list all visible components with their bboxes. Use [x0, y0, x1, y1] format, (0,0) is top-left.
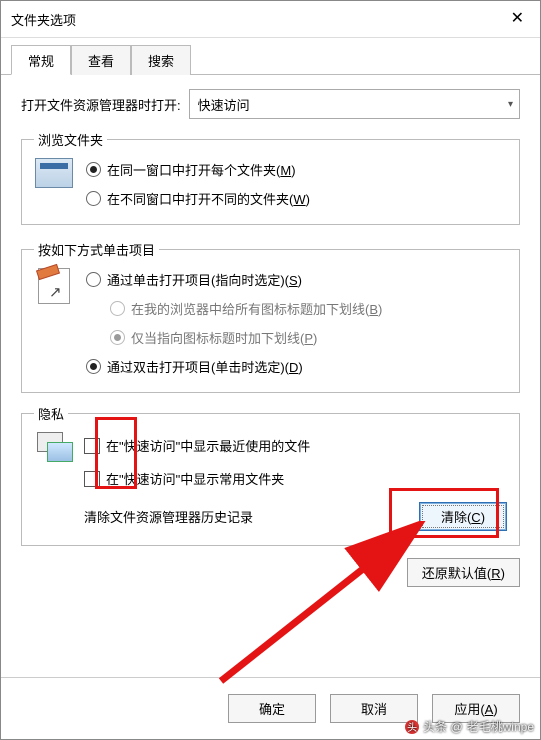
radio-double-click-label: 通过双击打开项目(单击时选定)(D) [107, 357, 303, 376]
restore-defaults-button[interactable]: 还原默认值(R) [407, 558, 520, 587]
chevron-down-icon: ▾ [508, 99, 513, 110]
privacy-icon [37, 432, 71, 462]
open-explorer-to-value: 快速访问 [198, 95, 250, 114]
checkbox-show-recent[interactable]: 在"快速访问"中显示最近使用的文件 [84, 436, 507, 455]
browse-folders-icon [35, 158, 73, 188]
open-explorer-to-row: 打开文件资源管理器时打开: 快速访问 ▾ [21, 89, 520, 119]
dialog-body: 打开文件资源管理器时打开: 快速访问 ▾ 浏览文件夹 在同一窗口中打开每个文件夹… [1, 75, 540, 677]
group-click-items-title: 按如下方式单击项目 [34, 240, 159, 259]
radio-icon [86, 162, 101, 177]
restore-defaults-row: 还原默认值(R) [21, 558, 520, 587]
radio-icon [86, 272, 101, 287]
group-browse-folders: 浏览文件夹 在同一窗口中打开每个文件夹(M) 在不同窗口中打开不同的文件夹(W) [21, 139, 520, 225]
clear-button[interactable]: 清除(C) [419, 502, 507, 531]
click-items-icon [38, 268, 70, 304]
watermark-prefix: 头条 @ [423, 718, 463, 735]
checkbox-show-frequent[interactable]: 在"快速访问"中显示常用文件夹 [84, 469, 507, 488]
radio-single-click-label: 通过单击打开项目(指向时选定)(S) [107, 270, 302, 289]
watermark: 头 头条 @ 老毛桃winpe [405, 718, 534, 735]
group-browse-folders-title: 浏览文件夹 [34, 130, 107, 149]
tab-search[interactable]: 搜索 [131, 45, 191, 75]
radio-new-window[interactable]: 在不同窗口中打开不同的文件夹(W) [86, 189, 507, 208]
clear-history-label: 清除文件资源管理器历史记录 [84, 507, 253, 526]
radio-same-window-label: 在同一窗口中打开每个文件夹(M) [107, 160, 296, 179]
open-explorer-to-label: 打开文件资源管理器时打开: [21, 95, 181, 114]
checkbox-icon [84, 438, 100, 454]
radio-single-click[interactable]: 通过单击打开项目(指向时选定)(S) [86, 270, 507, 289]
radio-new-window-label: 在不同窗口中打开不同的文件夹(W) [107, 189, 310, 208]
checkbox-show-recent-label: 在"快速访问"中显示最近使用的文件 [106, 436, 310, 455]
ok-button[interactable]: 确定 [228, 694, 316, 723]
titlebar: 文件夹选项 ✕ [1, 1, 540, 38]
radio-same-window[interactable]: 在同一窗口中打开每个文件夹(M) [86, 160, 507, 179]
radio-underline-all-label: 在我的浏览器中给所有图标标题加下划线(B) [131, 299, 382, 318]
watermark-text: 老毛桃winpe [467, 718, 534, 735]
group-privacy: 隐私 在"快速访问"中显示最近使用的文件 在"快速访问"中显示常用文件夹 [21, 413, 520, 546]
tabstrip: 常规 查看 搜索 [1, 38, 540, 75]
checkbox-icon [84, 471, 100, 487]
tab-general[interactable]: 常规 [11, 45, 71, 75]
radio-underline-hover: 仅当指向图标标题时加下划线(P) [110, 328, 507, 347]
radio-underline-hover-label: 仅当指向图标标题时加下划线(P) [131, 328, 317, 347]
dialog-title: 文件夹选项 [11, 10, 76, 29]
radio-icon [110, 301, 125, 316]
radio-icon [86, 191, 101, 206]
radio-icon [86, 359, 101, 374]
group-privacy-title: 隐私 [34, 404, 68, 423]
radio-double-click[interactable]: 通过双击打开项目(单击时选定)(D) [86, 357, 507, 376]
tab-view[interactable]: 查看 [71, 45, 131, 75]
checkbox-show-frequent-label: 在"快速访问"中显示常用文件夹 [106, 469, 284, 488]
open-explorer-to-select[interactable]: 快速访问 ▾ [189, 89, 520, 119]
watermark-icon: 头 [405, 720, 419, 734]
close-icon[interactable]: ✕ [505, 9, 530, 29]
radio-icon [110, 330, 125, 345]
folder-options-dialog: 文件夹选项 ✕ 常规 查看 搜索 打开文件资源管理器时打开: 快速访问 ▾ 浏览… [0, 0, 541, 740]
radio-underline-all: 在我的浏览器中给所有图标标题加下划线(B) [110, 299, 507, 318]
group-click-items: 按如下方式单击项目 通过单击打开项目(指向时选定)(S) 在我的浏览器中给所有图… [21, 249, 520, 393]
